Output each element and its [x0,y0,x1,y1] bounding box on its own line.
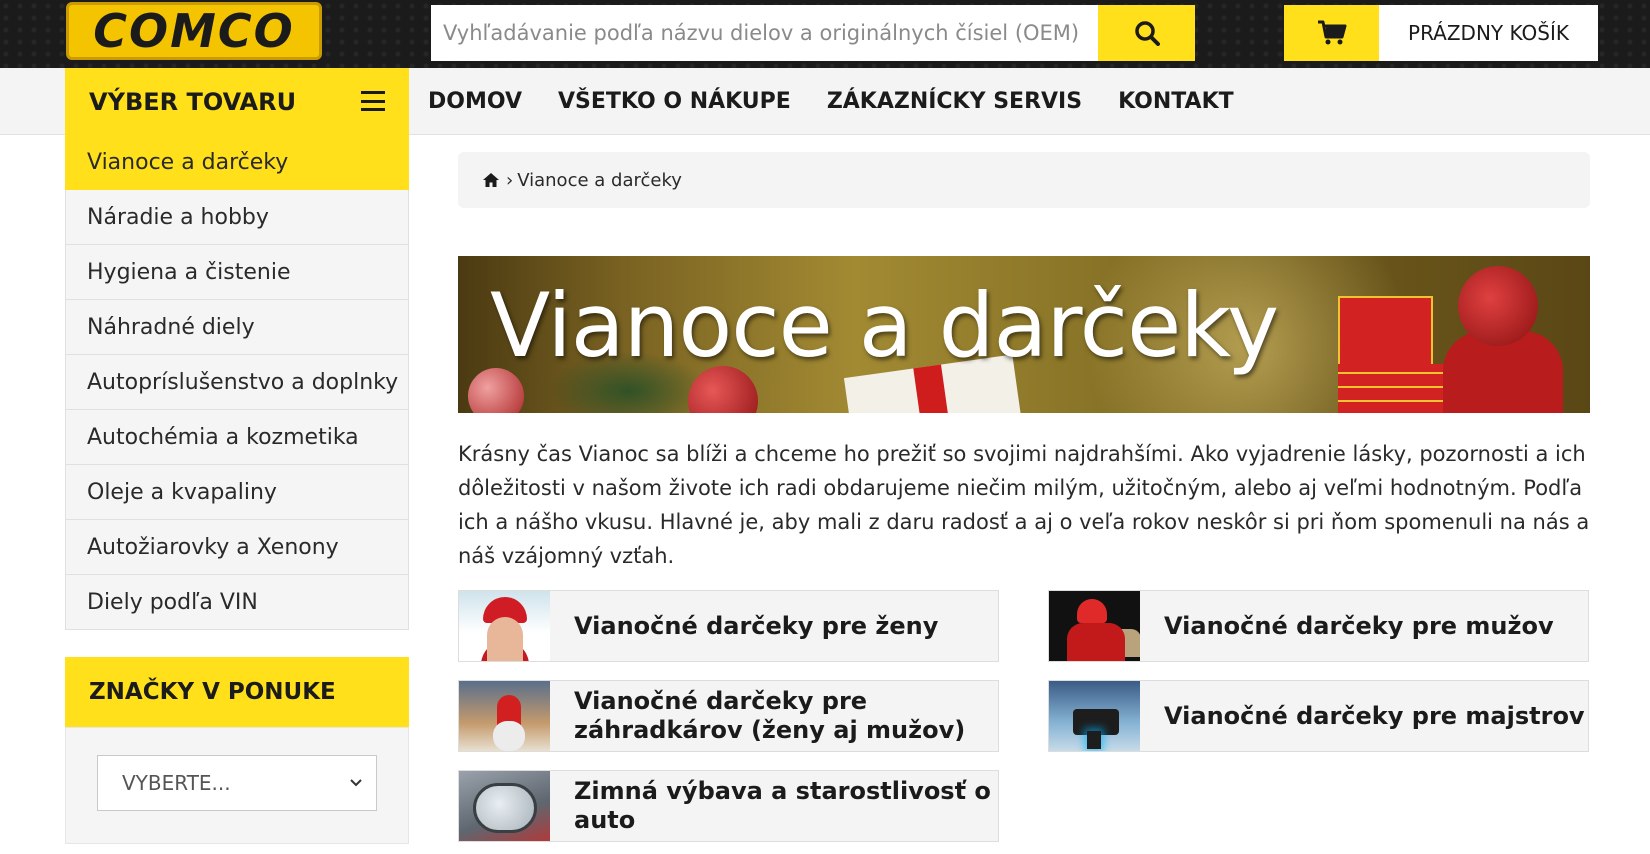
brands-select[interactable]: VYBERTE... [97,755,377,811]
category-menu-header[interactable]: VÝBER TOVARU [65,68,409,135]
search-button[interactable] [1098,5,1195,61]
category-thumbnail [459,591,550,661]
sidebar-item-hygiene-cleaning[interactable]: Hygiena a čistenie [65,245,409,300]
search-input[interactable] [431,5,1098,61]
category-tile-label: Vianočné darčeky pre ženy [574,611,939,640]
category-thumbnail [459,681,550,751]
category-tile-label: Vianočné darčeky pre majstrov [1164,701,1585,730]
sidebar-item-christmas-gifts[interactable]: Vianoce a darčeky [65,135,409,190]
category-tile-women[interactable]: Vianočné darčeky pre ženy [458,590,999,662]
search-icon [1134,21,1160,46]
nav-item-shopping-info[interactable]: VŠETKO O NÁKUPE [558,89,791,114]
brands-panel: VYBERTE... [65,727,409,844]
chevron-down-icon [350,779,362,787]
category-thumbnail [459,771,550,841]
sidebar-item-spare-parts[interactable]: Náhradné diely [65,300,409,355]
intro-text: Krásny čas Vianoc sa blíži a chceme ho p… [458,442,1590,568]
category-menu-title: VÝBER TOVARU [89,87,297,116]
category-tile-gardeners[interactable]: Vianočné darčeky pre záhradkárov (ženy a… [458,680,999,752]
breadcrumb-separator: › [506,169,514,191]
comco-logo[interactable]: COMCO [66,2,322,60]
category-tile-men[interactable]: Vianočné darčeky pre mužov [1048,590,1589,662]
sidebar-item-bulbs-xenons[interactable]: Autožiarovky a Xenony [65,520,409,575]
nav-item-customer-service[interactable]: ZÁKAZNÍCKY SERVIS [827,89,1082,114]
category-tile-label: Zimná výbava a starostlivosť o auto [574,777,991,834]
top-bar: COMCO PRÁZDNY KOŠÍK [0,0,1650,68]
hamburger-icon[interactable] [361,91,385,111]
breadcrumb-current: Vianoce a darčeky [517,169,682,191]
cart-status-button[interactable]: PRÁZDNY KOŠÍK [1379,5,1598,61]
search-bar [431,5,1195,61]
christmas-banner: Vianoce a darčeky [458,256,1590,413]
home-icon[interactable] [482,172,500,188]
banner-title: Vianoce a darčeky [490,274,1279,377]
category-tile-winter-car-care[interactable]: Zimná výbava a starostlivosť o auto [458,770,999,842]
category-tile-label: Vianočné darčeky pre mužov [1164,611,1554,640]
sidebar-item-car-chemicals[interactable]: Autochémia a kozmetika [65,410,409,465]
sidebar-item-parts-by-vin[interactable]: Diely podľa VIN [65,575,409,630]
brands-select-value: VYBERTE... [122,771,231,795]
logo-text: COMCO [93,4,295,58]
red-hat-decoration [1458,266,1538,346]
sidebar-item-oils-fluids[interactable]: Oleje a kvapaliny [65,465,409,520]
nav-item-contact[interactable]: KONTAKT [1118,89,1234,114]
cart-icon [1317,20,1346,45]
category-tile-craftsmen[interactable]: Vianočné darčeky pre majstrov [1048,680,1589,752]
wrapping-paper-decoration [1338,364,1458,413]
category-thumbnail [1049,591,1140,661]
sidebar-item-tools-hobby[interactable]: Náradie a hobby [65,190,409,245]
category-thumbnail [1049,681,1140,751]
sidebar-item-car-accessories[interactable]: Autopríslušenstvo a doplnky [65,355,409,410]
breadcrumb: › Vianoce a darčeky [458,152,1590,208]
brands-title: ZNAČKY V PONUKE [65,657,409,727]
cart-icon-button[interactable] [1284,5,1379,61]
category-sidebar: Vianoce a darčeky Náradie a hobby Hygien… [65,135,409,630]
main-nav: DOMOV VŠETKO O NÁKUPE ZÁKAZNÍCKY SERVIS … [428,68,1270,135]
nav-item-home[interactable]: DOMOV [428,89,522,114]
category-tile-label: Vianočné darčeky pre záhradkárov (ženy a… [574,687,966,744]
